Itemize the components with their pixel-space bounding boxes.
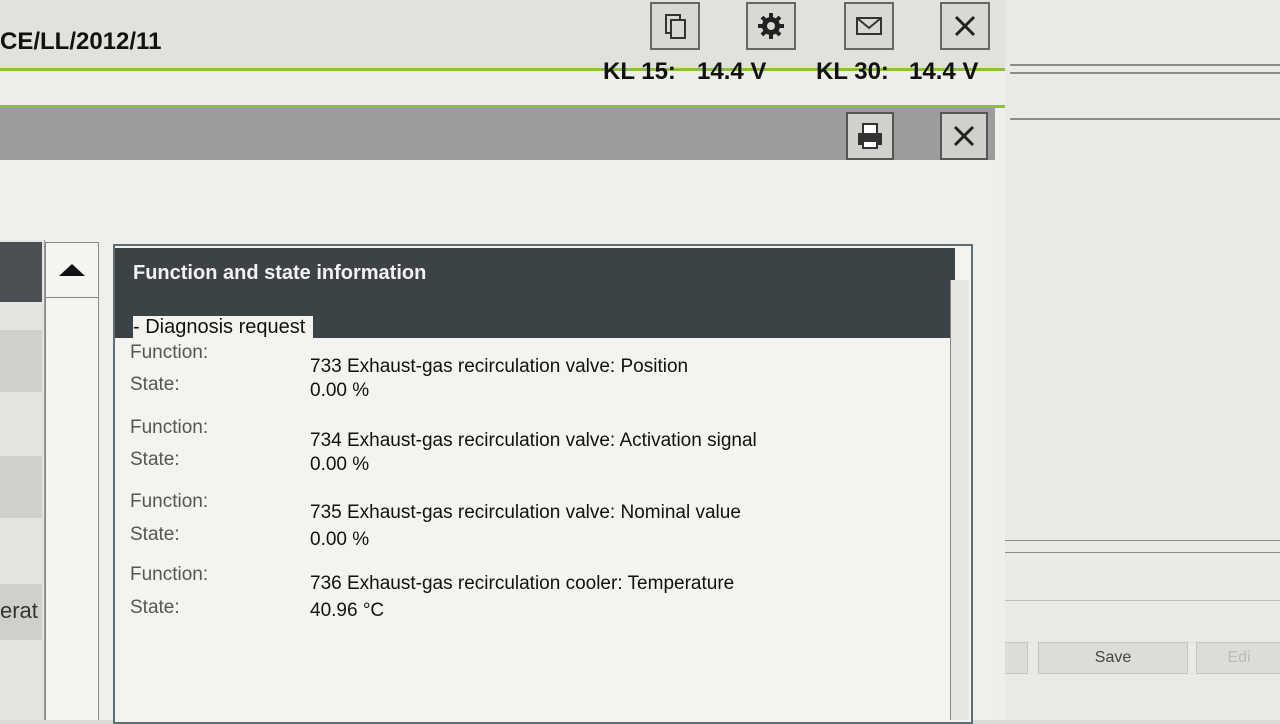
main-window: CE/LL/2012/11 KL 15: 14.4 V KL 30: 14.4 … (0, 0, 1005, 724)
state-label: State: (130, 374, 180, 395)
kl15-value: 14.4 V (697, 58, 767, 85)
divider (975, 540, 1280, 541)
state-value: 0.00 % (310, 380, 370, 401)
divider (1010, 72, 1280, 74)
settings-button[interactable] (746, 2, 796, 50)
kl30-label: KL 30: (816, 58, 889, 85)
divider (1010, 64, 1280, 66)
copy-icon (665, 14, 686, 39)
vehicle-id: CE/LL/2012/11 (0, 28, 162, 55)
state-value: 0.00 % (310, 529, 370, 550)
function-label: Function: (130, 564, 209, 585)
function-value: 736 Exhaust-gas recirculation cooler: Te… (310, 573, 735, 594)
divider (975, 552, 1280, 553)
function-label: Function: (130, 417, 209, 438)
function-value: 735 Exhaust-gas recirculation valve: Nom… (310, 502, 741, 523)
close-dialog-button[interactable] (940, 112, 988, 160)
list-item[interactable] (0, 330, 42, 392)
mail-button[interactable] (844, 2, 894, 50)
kl30-value: 14.4 V (909, 58, 979, 85)
gear-icon (758, 13, 784, 39)
edit-button[interactable]: Edi (1196, 642, 1280, 674)
list-item[interactable] (0, 242, 42, 302)
function-label: Function: (130, 491, 209, 512)
scrollbar[interactable] (45, 242, 99, 720)
kl15-label: KL 15: (603, 58, 676, 85)
state-value: 0.00 % (310, 454, 370, 475)
function-value: 733 Exhaust-gas recirculation valve: Pos… (310, 356, 689, 377)
state-label: State: (130, 524, 180, 545)
state-label: State: (130, 597, 180, 618)
state-label: State: (130, 449, 180, 470)
section-title: - Diagnosis request (133, 316, 314, 339)
info-scrollbar[interactable] (950, 280, 969, 720)
mail-icon (856, 17, 882, 35)
background-window (1000, 0, 1280, 720)
copy-button[interactable] (650, 2, 700, 50)
function-value: 734 Exhaust-gas recirculation valve: Act… (310, 430, 757, 451)
print-button[interactable] (846, 112, 894, 160)
close-icon (953, 125, 975, 147)
info-title: Function and state information (133, 262, 427, 284)
function-label: Function: (130, 342, 209, 363)
close-icon (954, 15, 976, 37)
list-item[interactable] (0, 456, 42, 518)
scroll-up-button[interactable] (45, 242, 99, 298)
save-button[interactable]: Save (1038, 642, 1188, 674)
close-app-button[interactable] (940, 2, 990, 50)
state-value: 40.96 °C (310, 600, 385, 621)
list-item-label: erat (0, 598, 38, 623)
triangle-up-icon (59, 264, 85, 276)
divider (975, 600, 1280, 601)
divider (1010, 118, 1280, 120)
printer-icon (858, 123, 882, 149)
